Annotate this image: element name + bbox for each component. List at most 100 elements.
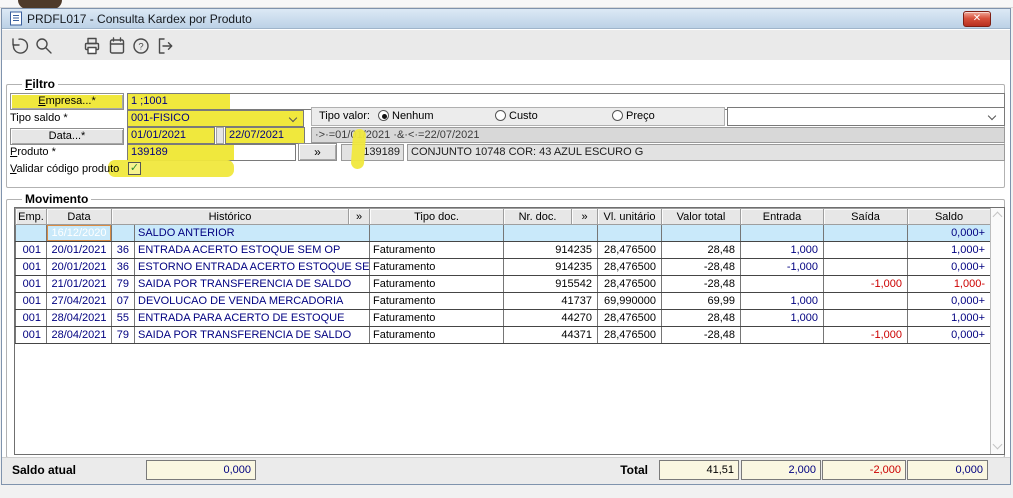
radio-custo[interactable]: Custo [495, 110, 538, 122]
cell-valor-total[interactable]: -28,48 [662, 259, 741, 276]
radio-nenhum[interactable]: Nenhum [378, 110, 434, 122]
table-row[interactable]: 001 20/01/2021 36 ESTORNO ENTRADA ACERTO… [16, 259, 991, 276]
cell-historico[interactable]: SAIDA POR TRANSFERENCIA DE SALDO [135, 276, 370, 293]
table-row[interactable]: 001 28/04/2021 55 ENTRADA PARA ACERTO DE… [16, 310, 991, 327]
cell-saldo[interactable]: 1,000+ [908, 310, 991, 327]
cell-cod[interactable] [112, 225, 135, 242]
cell-vl-unitario[interactable] [598, 225, 662, 242]
cell-entrada[interactable]: 1,000 [741, 293, 824, 310]
cell-tipo-doc[interactable] [370, 225, 504, 242]
cell-data[interactable]: 20/01/2021 [47, 242, 112, 259]
cell-data[interactable]: 28/04/2021 [47, 310, 112, 327]
cell-entrada[interactable] [741, 327, 824, 344]
vertical-scrollbar[interactable] [990, 208, 1004, 454]
cell-saida[interactable] [824, 310, 908, 327]
cell-historico[interactable]: ENTRADA PARA ACERTO DE ESTOQUE [135, 310, 370, 327]
data-button[interactable]: Data...* [10, 128, 124, 145]
cell-historico[interactable]: SAIDA POR TRANSFERENCIA DE SALDO [135, 327, 370, 344]
cell-valor-total[interactable]: -28,48 [662, 276, 741, 293]
cell-data[interactable]: 21/01/2021 [47, 276, 112, 293]
cell-vl-unitario[interactable]: 28,476500 [598, 242, 662, 259]
cell-saida[interactable] [824, 293, 908, 310]
cell-tipo-doc[interactable]: Faturamento [370, 327, 504, 344]
tipo-valor-combobox[interactable] [727, 107, 1005, 126]
radio-icon[interactable] [612, 110, 623, 121]
cell-saldo[interactable]: 0,000+ [908, 293, 991, 310]
cell-tipo-doc[interactable]: Faturamento [370, 259, 504, 276]
cell-nr-doc[interactable]: 41737 [504, 293, 598, 310]
cell-nr-doc[interactable]: 915542 [504, 276, 598, 293]
cell-tipo-doc[interactable]: Faturamento [370, 276, 504, 293]
cell-valor-total[interactable]: 69,99 [662, 293, 741, 310]
print-icon[interactable] [82, 36, 102, 56]
data-from-input[interactable]: 01/01/2021 [127, 127, 215, 144]
cell-cod[interactable]: 36 [112, 242, 135, 259]
cell-saldo[interactable]: 0,000+ [908, 225, 991, 242]
cell-cod[interactable]: 55 [112, 310, 135, 327]
cell-vl-unitario[interactable]: 69,990000 [598, 293, 662, 310]
empresa-button[interactable]: Empresa...* [10, 93, 124, 110]
cell-emp[interactable]: 001 [16, 310, 47, 327]
cell-saldo[interactable]: 1,000- [908, 276, 991, 293]
cell-saida[interactable] [824, 225, 908, 242]
cell-data-selected[interactable]: 16/12/2020 [47, 225, 112, 242]
table-row[interactable]: 001 27/04/2021 07 DEVOLUCAO DE VENDA MER… [16, 293, 991, 310]
document-icon[interactable] [9, 11, 23, 26]
table-row[interactable]: 001 21/01/2021 79 SAIDA POR TRANSFERENCI… [16, 276, 991, 293]
cell-historico[interactable]: DEVOLUCAO DE VENDA MERCADORIA [135, 293, 370, 310]
cell-saida[interactable] [824, 259, 908, 276]
data-to-input[interactable]: 22/07/2021 [225, 127, 305, 144]
cell-emp[interactable] [16, 225, 47, 242]
scroll-up-icon[interactable] [993, 212, 1003, 222]
radio-icon[interactable] [378, 110, 389, 121]
cell-entrada[interactable]: 1,000 [741, 310, 824, 327]
cell-emp[interactable]: 001 [16, 293, 47, 310]
exit-icon[interactable] [155, 36, 175, 56]
cell-data[interactable]: 20/01/2021 [47, 259, 112, 276]
cell-saida[interactable]: -1,000 [824, 327, 908, 344]
cell-cod[interactable]: 79 [112, 276, 135, 293]
col-expand-button[interactable]: » [349, 209, 370, 225]
produto-input[interactable]: 139189 [127, 144, 296, 161]
cell-saida[interactable]: -1,000 [824, 276, 908, 293]
cell-saida[interactable] [824, 242, 908, 259]
search-icon[interactable] [34, 36, 54, 56]
cell-nr-doc[interactable]: 914235 [504, 259, 598, 276]
cell-historico[interactable]: ESTORNO ENTRADA ACERTO ESTOQUE SEM C [135, 259, 370, 276]
cell-historico[interactable]: SALDO ANTERIOR [135, 225, 370, 242]
cell-data[interactable]: 27/04/2021 [47, 293, 112, 310]
cell-emp[interactable]: 001 [16, 327, 47, 344]
col-expand-button[interactable]: » [572, 209, 598, 225]
cell-nr-doc[interactable] [504, 225, 598, 242]
cell-emp[interactable]: 001 [16, 242, 47, 259]
cell-tipo-doc[interactable]: Faturamento [370, 310, 504, 327]
table-row[interactable]: 16/12/2020 SALDO ANTERIOR 0,000+ [16, 225, 991, 242]
cell-entrada[interactable] [741, 276, 824, 293]
cell-nr-doc[interactable]: 914235 [504, 242, 598, 259]
cell-valor-total[interactable]: 28,48 [662, 242, 741, 259]
cell-emp[interactable]: 001 [16, 259, 47, 276]
radio-icon[interactable] [495, 110, 506, 121]
cell-emp[interactable]: 001 [16, 276, 47, 293]
calendar-icon[interactable] [107, 36, 127, 56]
cell-saldo[interactable]: 0,000+ [908, 327, 991, 344]
radio-preco[interactable]: Preço [612, 110, 655, 122]
undo-icon[interactable] [9, 36, 29, 56]
cell-valor-total[interactable]: -28,48 [662, 327, 741, 344]
cell-vl-unitario[interactable]: 28,476500 [598, 276, 662, 293]
cell-nr-doc[interactable]: 44371 [504, 327, 598, 344]
cell-nr-doc[interactable]: 44270 [504, 310, 598, 327]
cell-historico[interactable]: ENTRADA ACERTO ESTOQUE SEM OP [135, 242, 370, 259]
cell-tipo-doc[interactable]: Faturamento [370, 242, 504, 259]
cell-entrada[interactable]: 1,000 [741, 242, 824, 259]
cell-entrada[interactable] [741, 225, 824, 242]
cell-vl-unitario[interactable]: 28,476500 [598, 310, 662, 327]
cell-cod[interactable]: 07 [112, 293, 135, 310]
table-row[interactable]: 001 20/01/2021 36 ENTRADA ACERTO ESTOQUE… [16, 242, 991, 259]
close-button[interactable]: ✕ [963, 11, 991, 27]
produto-lookup-button[interactable]: » [298, 143, 337, 161]
cell-tipo-doc[interactable]: Faturamento [370, 293, 504, 310]
scroll-down-icon[interactable] [993, 440, 1003, 450]
tipo-saldo-combobox[interactable]: 001-FISICO [127, 110, 304, 127]
table-row[interactable]: 001 28/04/2021 79 SAIDA POR TRANSFERENCI… [16, 327, 991, 344]
